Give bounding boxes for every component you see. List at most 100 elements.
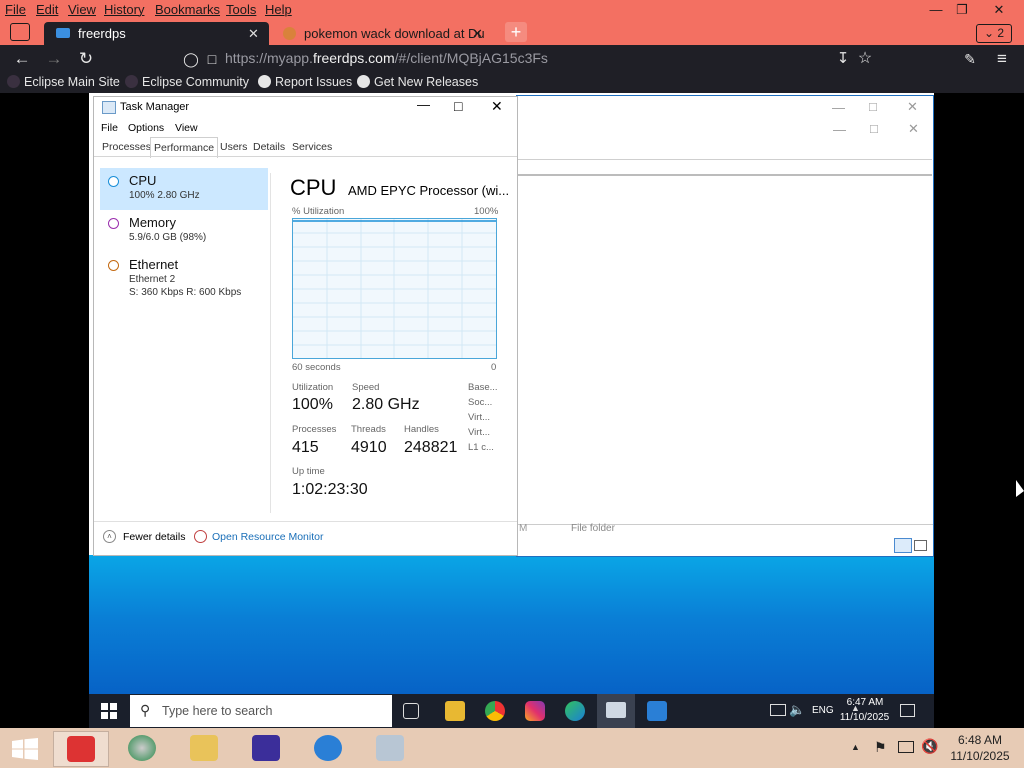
sidebar-item-throughput: S: 360 Kbps R: 600 Kbps bbox=[129, 287, 242, 298]
task-manager-icon bbox=[102, 101, 116, 114]
azure-icon[interactable] bbox=[647, 701, 667, 721]
bookmark-get-new-releases[interactable]: Get New Releases bbox=[357, 75, 478, 89]
sidebar-item-memory[interactable]: Memory 5.9/6.0 GB (98%) bbox=[100, 210, 268, 252]
bg-minimize-icon[interactable]: — bbox=[832, 100, 845, 115]
tab-overview-icon[interactable] bbox=[10, 23, 30, 41]
windows-start-icon[interactable] bbox=[101, 703, 117, 719]
task-view-icon[interactable] bbox=[403, 703, 419, 719]
remote-clock-time[interactable]: 6:47 AM bbox=[841, 697, 889, 708]
browser-taskbar-button[interactable] bbox=[115, 731, 169, 765]
chevron-up-icon[interactable]: ▲ bbox=[851, 742, 860, 752]
open-resource-monitor-link[interactable]: Open Resource Monitor bbox=[212, 531, 323, 543]
bookmark-report-issues[interactable]: Report Issues bbox=[258, 75, 352, 89]
bookmark-label: Get New Releases bbox=[374, 75, 479, 89]
tm-minimize-icon[interactable]: — bbox=[417, 97, 430, 112]
file-explorer-icon[interactable] bbox=[445, 701, 465, 721]
new-tab-button[interactable]: + bbox=[505, 22, 527, 42]
url-path: /#/client/MQBjAG15c3Fs bbox=[394, 50, 548, 66]
restore-icon[interactable]: ❐ bbox=[946, 0, 978, 20]
graph-time-min: 0 bbox=[491, 362, 497, 373]
calendar-taskbar-button[interactable] bbox=[239, 731, 293, 765]
menu-history[interactable]: History bbox=[104, 2, 144, 17]
language-indicator[interactable]: ENG bbox=[812, 705, 834, 716]
back-icon[interactable]: ← bbox=[10, 49, 34, 69]
menu-tools[interactable]: Tools bbox=[226, 2, 256, 17]
tab-close-icon[interactable]: ✕ bbox=[472, 22, 483, 45]
tab-list-button[interactable]: ⌄ 2 bbox=[976, 24, 1012, 43]
graph-time-label: 60 seconds bbox=[292, 362, 341, 373]
tab-performance[interactable]: Performance bbox=[150, 137, 219, 158]
tab-close-icon[interactable]: ✕ bbox=[248, 22, 259, 45]
ie-taskbar-button[interactable] bbox=[301, 731, 355, 765]
bg2-maximize-icon[interactable]: □ bbox=[870, 121, 878, 136]
windows-start-icon[interactable] bbox=[12, 738, 38, 760]
instagram-icon[interactable] bbox=[525, 701, 545, 721]
pane-divider bbox=[270, 173, 271, 513]
rdp-app-taskbar-button[interactable] bbox=[53, 731, 109, 767]
notifications-icon[interactable] bbox=[900, 704, 915, 717]
task-manager-window[interactable]: Task Manager — □ ✕ File Options View Pro… bbox=[93, 96, 518, 556]
tab-processes[interactable]: Processes bbox=[99, 139, 154, 156]
details-view-icon[interactable] bbox=[894, 538, 912, 553]
status-left-text: M bbox=[519, 523, 528, 534]
volume-muted-icon[interactable]: 🔇 bbox=[921, 738, 938, 755]
bg-close-icon[interactable]: ✕ bbox=[907, 99, 918, 115]
tm-maximize-icon[interactable]: □ bbox=[454, 98, 462, 114]
network-icon[interactable] bbox=[770, 704, 786, 716]
menu-options[interactable]: Options bbox=[128, 122, 164, 134]
forward-icon[interactable]: → bbox=[42, 49, 66, 69]
url-bar[interactable]: https://myapp.freerdps.com/#/client/MQBj… bbox=[225, 50, 548, 66]
close-icon[interactable]: ✕ bbox=[983, 0, 1015, 20]
processes-value: 415 bbox=[292, 439, 319, 456]
perf-heading: CPU bbox=[290, 175, 337, 200]
large-icons-view-icon[interactable] bbox=[914, 540, 927, 551]
tab-details[interactable]: Details bbox=[250, 139, 288, 156]
bookmark-eclipse-community[interactable]: Eclipse Community bbox=[125, 75, 249, 89]
explorer-taskbar-button[interactable] bbox=[177, 731, 231, 765]
remote-clock-date[interactable]: 11/10/2025 bbox=[837, 712, 892, 723]
bg-maximize-icon[interactable]: □ bbox=[869, 99, 877, 114]
hamburger-menu-icon[interactable]: ≡ bbox=[990, 49, 1014, 69]
network-icon[interactable] bbox=[898, 741, 914, 753]
local-clock-time[interactable]: 6:48 AM bbox=[944, 733, 1016, 747]
tab-label: freerdps bbox=[78, 26, 126, 41]
bg2-minimize-icon[interactable]: — bbox=[833, 122, 846, 137]
lock-icon[interactable]: □ bbox=[200, 49, 224, 69]
flag-icon[interactable]: ⚑ bbox=[874, 739, 887, 756]
monitor-taskbar-button[interactable] bbox=[363, 731, 417, 765]
reload-icon[interactable]: ↻ bbox=[74, 49, 98, 69]
tab-freerdps[interactable]: freerdps ✕ bbox=[44, 22, 269, 45]
task-manager-taskbar-button[interactable] bbox=[597, 694, 635, 730]
chrome-icon[interactable] bbox=[485, 701, 505, 721]
tab-services[interactable]: Services bbox=[289, 139, 335, 156]
menu-bookmarks[interactable]: Bookmarks bbox=[155, 2, 220, 17]
menu-view[interactable]: View bbox=[175, 122, 198, 134]
ethernet-graph-icon bbox=[108, 260, 119, 271]
cpu-utilization-graph bbox=[292, 218, 497, 359]
background-window[interactable]: — □ ✕ M File folder bbox=[516, 95, 934, 557]
chevron-up-icon[interactable]: ˄ bbox=[103, 530, 116, 543]
background-window-secondary[interactable]: — □ ✕ bbox=[516, 119, 932, 160]
github-icon bbox=[357, 75, 370, 88]
tm-close-icon[interactable]: ✕ bbox=[491, 98, 503, 115]
menu-edit[interactable]: Edit bbox=[36, 2, 58, 17]
extensions-icon[interactable]: ✎ bbox=[958, 49, 982, 69]
taskbar-search-box[interactable]: ⚲ Type here to search bbox=[130, 695, 392, 727]
menu-file[interactable]: File bbox=[5, 2, 26, 17]
sidebar-item-ethernet[interactable]: Ethernet Ethernet 2 S: 360 Kbps R: 600 K… bbox=[100, 252, 268, 300]
menu-view[interactable]: View bbox=[68, 2, 96, 17]
download-page-icon[interactable]: ↧ bbox=[831, 49, 855, 69]
tab-count: 2 bbox=[997, 26, 1005, 40]
fewer-details-link[interactable]: Fewer details bbox=[123, 531, 185, 543]
bookmark-eclipse-main[interactable]: Eclipse Main Site bbox=[7, 75, 120, 89]
tab-users[interactable]: Users bbox=[217, 139, 250, 156]
menu-help[interactable]: Help bbox=[265, 2, 292, 17]
tab-pokemon[interactable]: pokemon wack download at Du ✕ bbox=[274, 22, 496, 45]
volume-icon[interactable]: 🔈 bbox=[789, 702, 805, 718]
bookmark-star-icon[interactable]: ☆ bbox=[853, 49, 877, 69]
edge-icon[interactable] bbox=[565, 701, 585, 721]
bg2-close-icon[interactable]: ✕ bbox=[908, 121, 919, 137]
menu-file[interactable]: File bbox=[101, 122, 118, 134]
local-clock-date[interactable]: 11/10/2025 bbox=[944, 749, 1016, 763]
sidebar-item-cpu[interactable]: CPU 100% 2.80 GHz bbox=[100, 168, 268, 210]
